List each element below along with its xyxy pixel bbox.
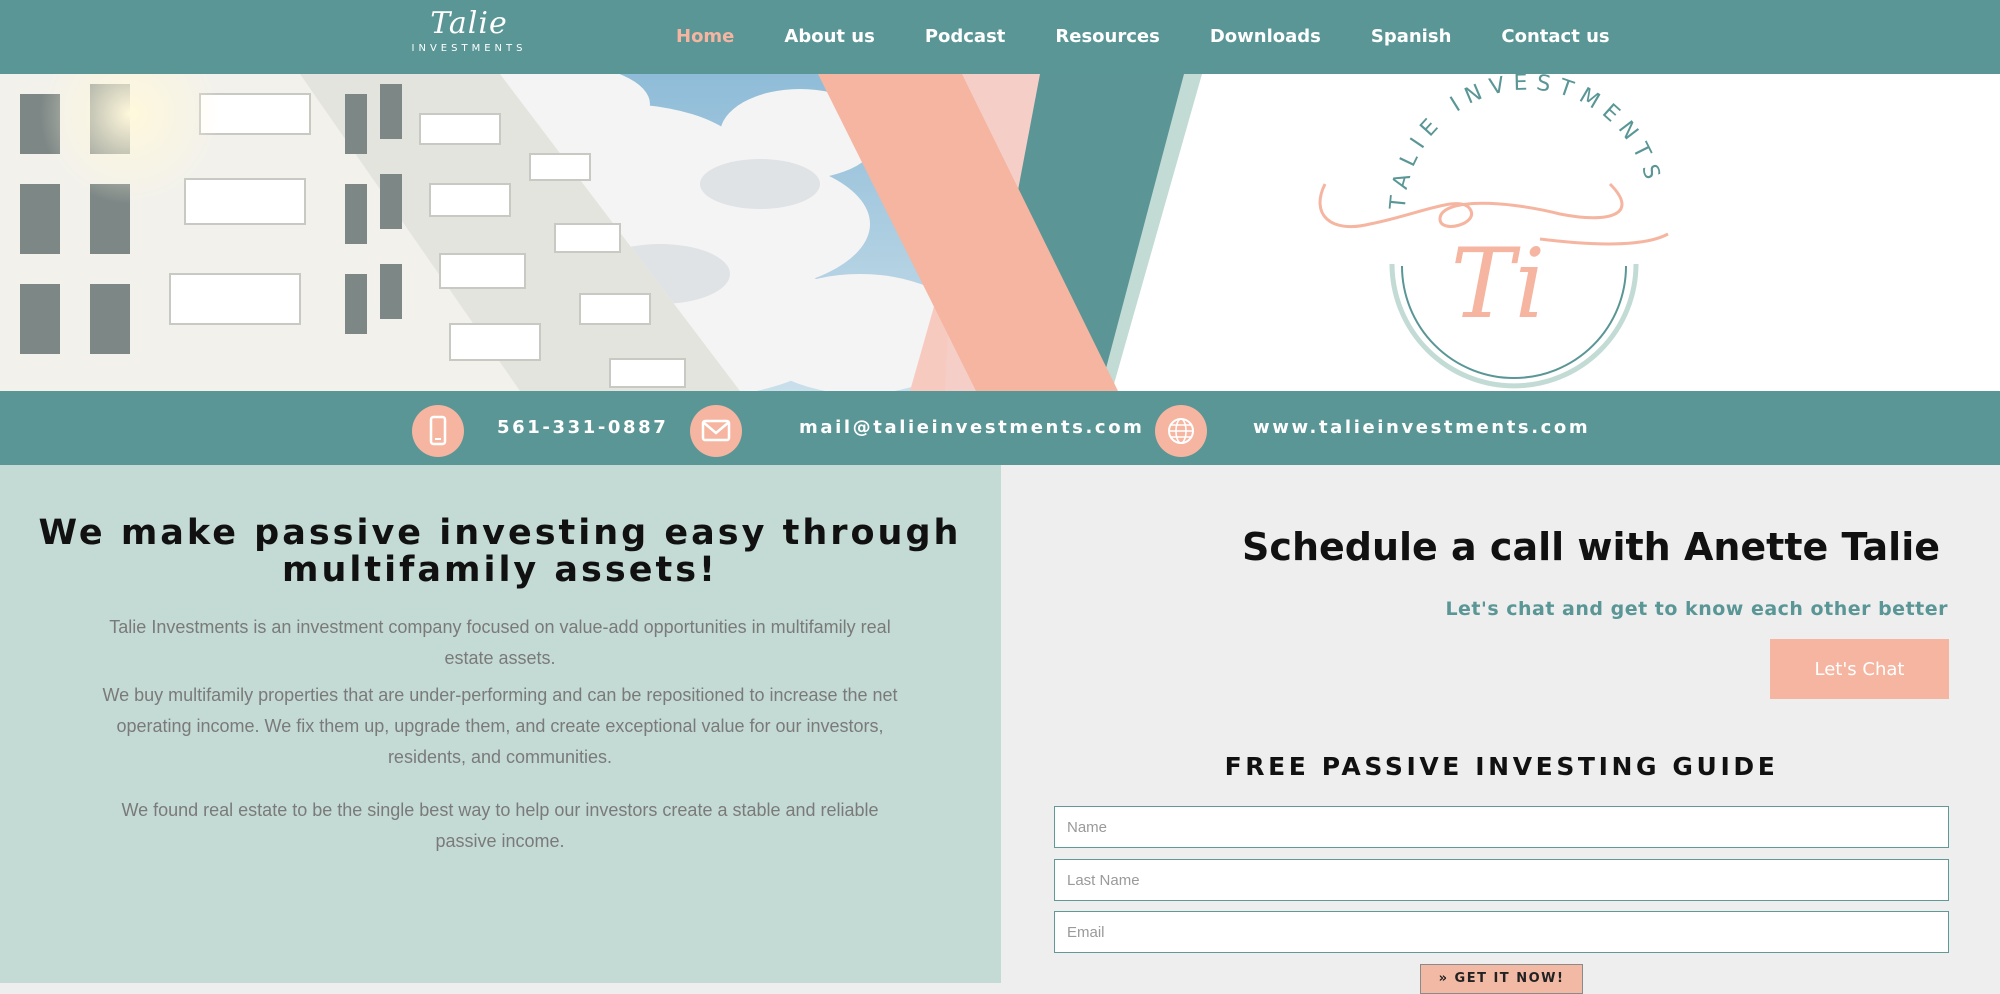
- guide-title: FREE PASSIVE INVESTING GUIDE: [1224, 752, 1779, 781]
- site-header: Talie INVESTMENTS Home About us Podcast …: [0, 0, 2000, 74]
- phone-number[interactable]: 561-331-0887: [497, 415, 668, 441]
- main-nav: Home About us Podcast Resources Download…: [676, 22, 1660, 52]
- about-headline: We make passive investing easy through m…: [38, 513, 962, 590]
- nav-spanish[interactable]: Spanish: [1371, 22, 1452, 52]
- schedule-section: Schedule a call with Anette Talie Let's …: [1001, 465, 2000, 994]
- contact-strip: 561-331-0887 mail@talieinvestments.com w…: [0, 391, 2000, 465]
- envelope-icon: [690, 405, 742, 457]
- logo-script-text: Talie: [430, 6, 508, 41]
- schedule-title: Schedule a call with Anette Talie: [1242, 525, 1940, 569]
- nav-podcast[interactable]: Podcast: [925, 22, 1006, 52]
- hero-banner: TALIE INVESTMENTS Ti: [0, 74, 2000, 391]
- email-address[interactable]: mail@talieinvestments.com: [799, 415, 1145, 441]
- nav-home[interactable]: Home: [676, 22, 734, 52]
- nav-about-us[interactable]: About us: [784, 22, 874, 52]
- about-paragraph-3: We found real estate to be the single be…: [121, 800, 879, 851]
- logo-subtitle: INVESTMENTS: [411, 43, 527, 54]
- website-url[interactable]: www.talieinvestments.com: [1253, 415, 1590, 441]
- nav-contact-us[interactable]: Contact us: [1501, 22, 1609, 52]
- mobile-phone-icon: [412, 405, 464, 457]
- name-input[interactable]: [1054, 806, 1949, 848]
- building-photo: [0, 74, 970, 391]
- about-section: We make passive investing easy through m…: [0, 465, 1001, 983]
- globe-icon: [1155, 405, 1207, 457]
- nav-resources[interactable]: Resources: [1055, 22, 1159, 52]
- nav-downloads[interactable]: Downloads: [1210, 22, 1321, 52]
- talie-investments-logo[interactable]: Talie INVESTMENTS: [404, 6, 534, 66]
- get-it-now-button[interactable]: » GET IT NOW!: [1420, 964, 1583, 994]
- seal-monogram: Ti: [1451, 228, 1546, 340]
- about-paragraph-2: We buy multifamily properties that are u…: [102, 685, 898, 767]
- schedule-subtitle: Let's chat and get to know each other be…: [1445, 598, 1948, 620]
- lets-chat-button[interactable]: Let's Chat: [1770, 639, 1949, 699]
- about-paragraph-1: Talie Investments is an investment compa…: [109, 617, 891, 668]
- email-input[interactable]: [1054, 911, 1949, 953]
- banner-graphic: TALIE INVESTMENTS Ti: [0, 74, 2000, 391]
- last-name-input[interactable]: [1054, 859, 1949, 901]
